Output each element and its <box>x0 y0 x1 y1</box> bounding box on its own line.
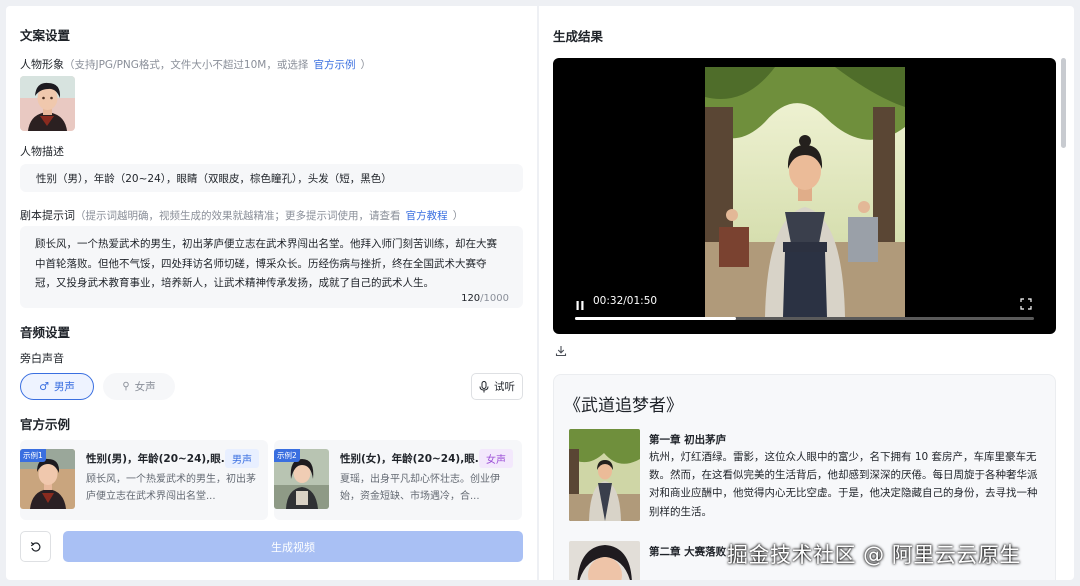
generate-video-button[interactable]: 生成视频 <box>63 531 523 562</box>
video-time: 00:32/01:50 <box>593 295 658 307</box>
male-symbol-icon: ♂ <box>39 380 49 393</box>
chapter-2-image <box>569 541 640 580</box>
audio-settings-title: 音频设置 <box>20 325 71 340</box>
listen-button[interactable]: 试听 <box>471 373 523 400</box>
official-example-link[interactable]: 官方示例 <box>313 59 355 71</box>
copy-settings-title: 文案设置 <box>20 28 71 43</box>
progress-track[interactable] <box>575 317 1034 320</box>
character-desc-label: 人物描述 <box>20 145 64 158</box>
result-title: 生成结果 <box>553 29 604 44</box>
settings-panel: 文案设置 人物形象（支持JPG/PNG格式，文件大小不超过10M，或选择 官方示… <box>6 6 537 580</box>
fullscreen-icon[interactable] <box>1020 295 1032 314</box>
example-badge: 示例2 <box>274 449 300 462</box>
female-voice-button[interactable]: ⚲ 女声 <box>103 373 175 400</box>
example-1-thumbnail: 示例1 <box>20 449 75 509</box>
download-icon[interactable] <box>555 342 567 361</box>
example-card-1[interactable]: 示例1 性别(男)，年龄(20~24),眼... 男声 顾长风，一个热爱武术的男… <box>20 440 268 520</box>
example-card-2[interactable]: 示例2 性别(女)，年龄(20~24),眼... 女声 夏瑶，出身平凡却心怀壮志… <box>274 440 522 520</box>
example-title: 性别(男)，年龄(20~24),眼... <box>86 453 233 465</box>
reset-button[interactable] <box>20 531 51 562</box>
video-player[interactable]: 00:32/01:50 <box>553 58 1056 334</box>
example-text: 顾长风，一个热爱武术的男生，初出茅庐便立志在武术界闯出名堂... <box>86 474 256 502</box>
pause-icon[interactable] <box>575 296 585 315</box>
refresh-icon <box>30 541 40 552</box>
scrollbar-thumb[interactable] <box>1061 58 1066 148</box>
example-text: 夏瑶，出身平凡却心怀壮志。创业伊始，资金短缺、市场遇冷，合... <box>340 474 500 502</box>
example-2-thumbnail: 示例2 <box>274 449 329 509</box>
watermark: 掘金技术社区 @ 阿里云云原生 <box>727 543 1021 567</box>
character-image-row: 人物形象（支持JPG/PNG格式，文件大小不超过10M，或选择 官方示例 ） <box>20 58 372 71</box>
char-counter: 120/1000 <box>461 293 509 304</box>
example-title: 性别(女)，年龄(20~24),眼... <box>340 453 487 465</box>
script-prompt-row: 剧本提示词（提示词越明确，视频生成的效果就越精准；更多提示词使用，请查看 官方教… <box>20 209 464 222</box>
script-prompt-label: 剧本提示词 <box>20 209 75 222</box>
examples-title: 官方示例 <box>20 417 71 432</box>
character-desc-input[interactable]: 性别（男），年龄（20~24），眼睛（双眼皮，棕色瞳孔），头发（短，黑色） <box>20 164 523 192</box>
microphone-icon <box>479 380 489 392</box>
character-image-label: 人物形象 <box>20 58 64 71</box>
video-frame <box>705 67 905 317</box>
chapter-1-image <box>569 429 640 521</box>
chapter-heading: 第一章 初出茅庐 <box>649 434 727 446</box>
result-panel: 生成结果 00:32/01:50 《武道追梦者》 第一章 初出茅庐 杭州，灯红酒… <box>539 6 1074 580</box>
voice-tag: 男声 <box>225 449 259 468</box>
female-symbol-icon: ⚲ <box>122 381 130 392</box>
script-prompt-textarea[interactable]: 顾长风，一个热爱武术的男生，初出茅庐便立志在武术界闯出名堂。他拜入师门刻苦训练，… <box>20 226 523 308</box>
chapter-text: 杭州，灯红酒绿。雷影，这位众人眼中的富少，名下拥有 10 套房产，车库里豪车无数… <box>649 451 1038 518</box>
male-voice-button[interactable]: ♂ 男声 <box>20 373 94 400</box>
example-badge: 示例1 <box>20 449 46 462</box>
chapter-heading: 第二章 大赛落败 <box>649 546 727 558</box>
narration-voice-label: 旁白声音 <box>20 352 64 365</box>
progress-fill <box>575 317 736 320</box>
character-image-hint: （支持JPG/PNG格式，文件大小不超过10M，或选择 <box>64 59 309 71</box>
character-avatar[interactable] <box>20 76 75 131</box>
voice-tag: 女声 <box>479 449 513 468</box>
official-tutorial-link[interactable]: 官方教程 <box>406 210 448 222</box>
story-title: 《武道追梦者》 <box>564 396 683 416</box>
